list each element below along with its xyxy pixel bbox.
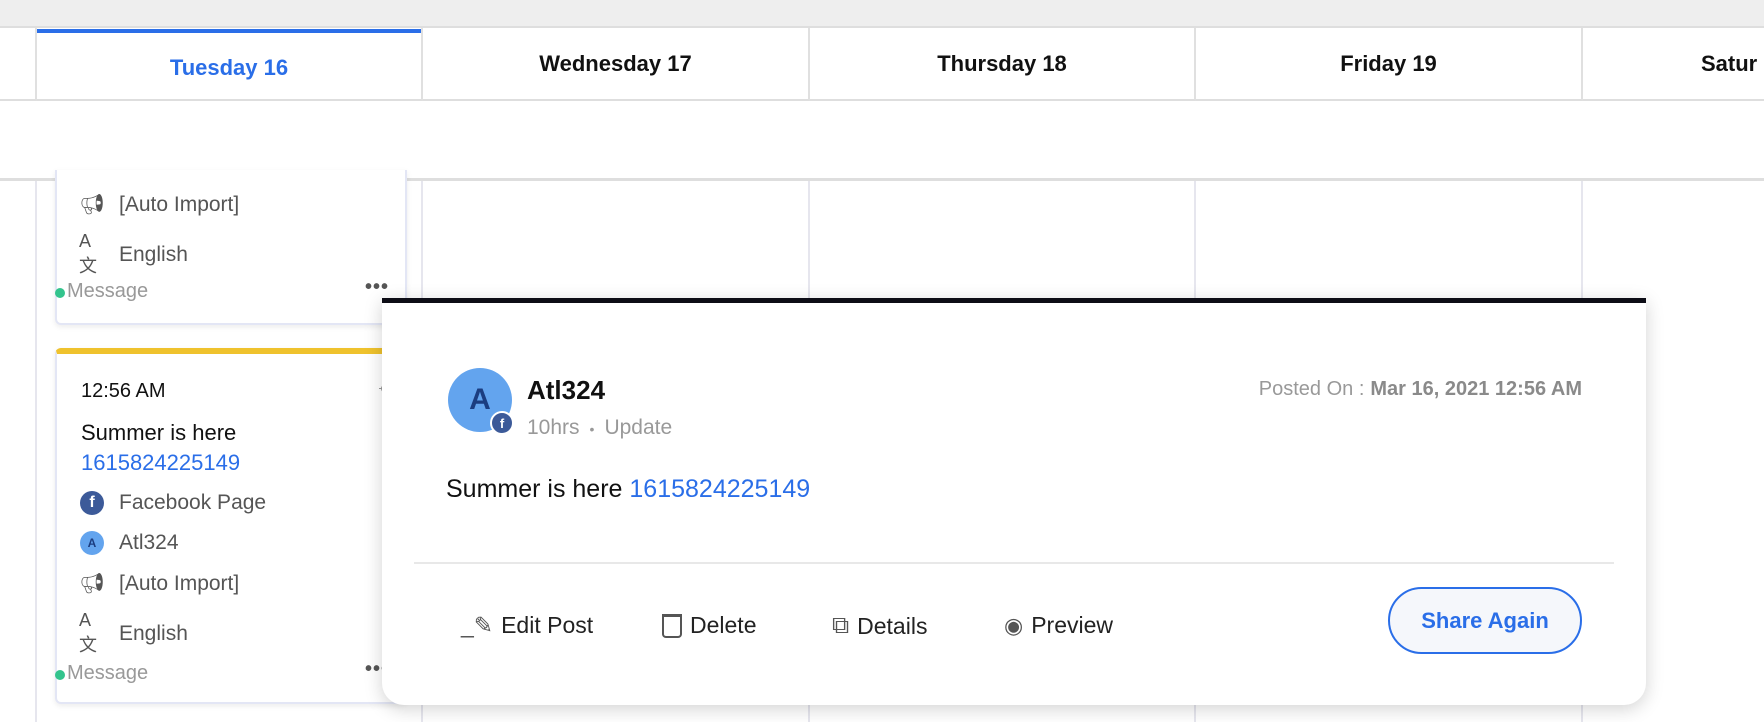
eye-icon: ◉ — [1004, 612, 1024, 638]
post-card[interactable]: 12:56 AM ⌖ Summer is here 1615824225149 … — [55, 348, 407, 704]
translate-icon: A文 — [79, 231, 97, 276]
delete-button[interactable]: Delete — [662, 612, 756, 639]
divider — [414, 562, 1614, 564]
post-body-link[interactable]: 1615824225149 — [629, 475, 810, 503]
day-header-saturday[interactable]: Satur — [1583, 28, 1764, 101]
preview-button[interactable]: ◉ Preview — [1004, 612, 1113, 639]
separator-dot: • — [589, 421, 595, 437]
status-dot — [55, 670, 65, 680]
pencil-icon: _✎ — [461, 612, 494, 638]
account-name: Atl324 — [527, 375, 606, 405]
account-avatar: A — [80, 531, 104, 555]
header-cell-prev — [0, 28, 37, 101]
day-header-thursday[interactable]: Thursday 18 — [810, 28, 1196, 101]
day-header-friday[interactable]: Friday 19 — [1196, 28, 1583, 101]
post-type: Update — [604, 416, 673, 439]
status-label: Message — [67, 662, 149, 684]
language-label: English — [119, 242, 188, 266]
language-label: English — [119, 621, 188, 645]
day-column — [0, 181, 37, 722]
post-link[interactable]: 1615824225149 — [81, 450, 240, 475]
top-bar — [0, 0, 1764, 28]
external-window-icon: ⧉ — [832, 612, 850, 639]
share-again-button[interactable]: Share Again — [1388, 587, 1582, 654]
campaign-label: [Auto Import] — [119, 192, 240, 216]
post-age: 10hrs — [527, 416, 580, 439]
edit-post-button[interactable]: _✎ Edit Post — [461, 612, 593, 639]
more-options-icon[interactable]: ••• — [365, 276, 389, 299]
trash-icon — [662, 613, 682, 638]
post-title: Summer is here — [81, 420, 237, 445]
day-header-wednesday[interactable]: Wednesday 17 — [423, 28, 810, 101]
posted-on-value: Mar 16, 2021 12:56 AM — [1370, 378, 1582, 400]
post-card[interactable]: 📢︎ [Auto Import] A文 English Message ••• — [55, 170, 407, 325]
megaphone-icon: 📢︎ — [79, 573, 105, 595]
all-day-row — [0, 101, 1764, 181]
campaign-label: [Auto Import] — [119, 571, 240, 595]
facebook-icon: f — [490, 411, 514, 435]
posted-on-label: Posted On : — [1258, 378, 1365, 400]
channel-label: Facebook Page — [119, 491, 267, 514]
facebook-icon: f — [80, 491, 104, 515]
day-header-tuesday[interactable]: Tuesday 16 — [37, 28, 423, 101]
account-label: Atl324 — [119, 531, 179, 554]
post-preview-popover: A f Atl324 10hrs • Update Posted On : Ma… — [382, 298, 1646, 705]
megaphone-icon: 📢︎ — [79, 194, 105, 216]
post-time: 12:56 AM — [81, 380, 166, 402]
translate-icon: A文 — [79, 610, 97, 655]
details-button[interactable]: ⧉ Details — [832, 612, 927, 640]
status-dot — [55, 288, 65, 298]
status-label: Message — [67, 280, 149, 302]
post-body-text: Summer is here — [446, 475, 623, 503]
